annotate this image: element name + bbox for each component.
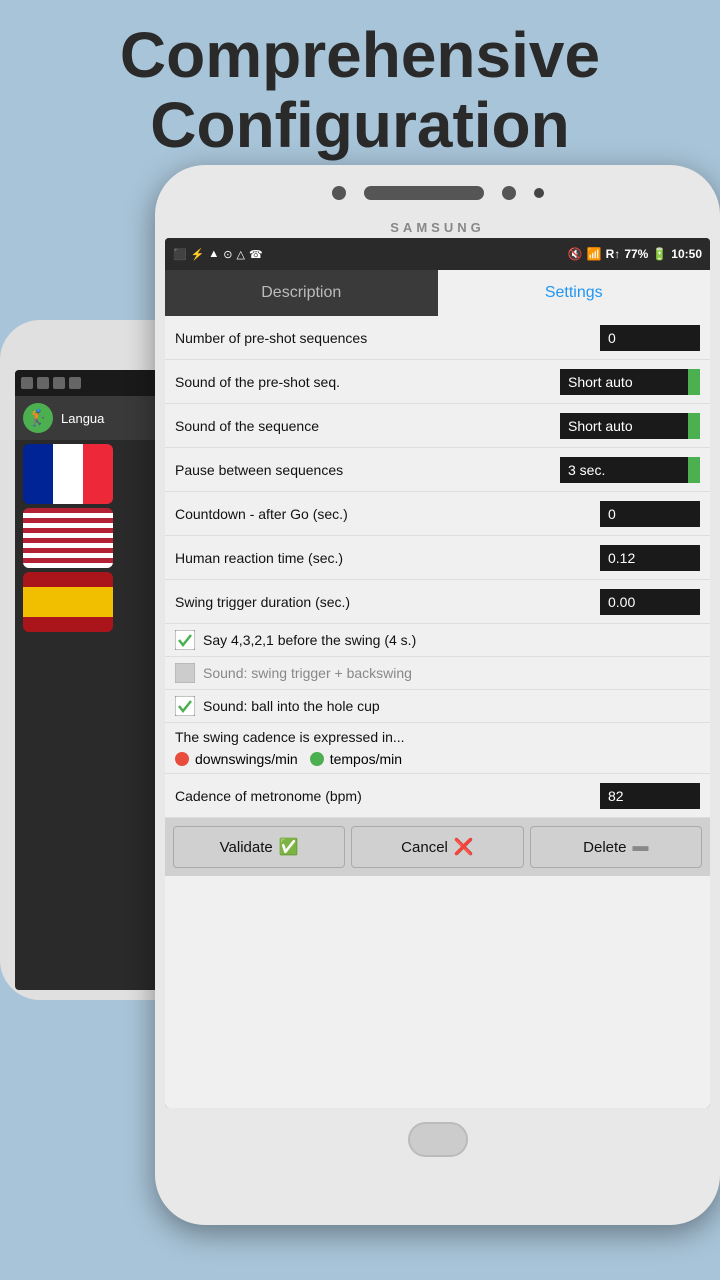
tab-settings[interactable]: Settings bbox=[438, 270, 711, 316]
green-indicator-1 bbox=[688, 369, 700, 395]
speaker bbox=[364, 186, 484, 200]
clock: 10:50 bbox=[671, 247, 702, 261]
checkbox-swing-sound[interactable] bbox=[175, 663, 195, 683]
label-pause-sequences: Pause between sequences bbox=[175, 462, 560, 478]
flag-french bbox=[23, 444, 113, 504]
cadence-options: downswings/min tempos/min bbox=[175, 751, 700, 767]
input-sequence-sound[interactable]: Short auto bbox=[560, 413, 688, 439]
input-preshot-sound-container: Short auto bbox=[560, 369, 700, 395]
tab-bar: Description Settings bbox=[165, 270, 710, 316]
input-preshot-sound[interactable]: Short auto bbox=[560, 369, 688, 395]
checkbox-say-countdown[interactable] bbox=[175, 630, 195, 650]
x-icon: ❌ bbox=[454, 837, 474, 857]
flag-us bbox=[23, 508, 113, 568]
label-say-countdown: Say 4,3,2,1 before the swing (4 s.) bbox=[203, 632, 416, 648]
radio-tempos bbox=[310, 752, 324, 766]
home-button[interactable] bbox=[408, 1122, 468, 1157]
radio-downswings bbox=[175, 752, 189, 766]
row-pause-sequences: Pause between sequences 3 sec. bbox=[165, 448, 710, 492]
validate-button[interactable]: Validate ✅ bbox=[173, 826, 345, 868]
green-indicator-2 bbox=[688, 413, 700, 439]
input-countdown[interactable] bbox=[600, 501, 700, 527]
green-indicator-3 bbox=[688, 457, 700, 483]
page-background-title: Comprehensive Configuration bbox=[0, 20, 720, 161]
input-pause-sequences[interactable]: 3 sec. bbox=[560, 457, 688, 483]
action-buttons: Validate ✅ Cancel ❌ Delete ▬ bbox=[165, 818, 710, 876]
row-countdown: Countdown - after Go (sec.) bbox=[165, 492, 710, 536]
input-metronome[interactable] bbox=[600, 783, 700, 809]
row-sequence-sound: Sound of the sequence Short auto bbox=[165, 404, 710, 448]
input-sequence-sound-container: Short auto bbox=[560, 413, 700, 439]
row-swing-sound: Sound: swing trigger + backswing bbox=[165, 657, 710, 690]
row-metronome: Cadence of metronome (bpm) bbox=[165, 774, 710, 818]
phone-device: SAMSUNG ⬛⚡▲⊙△☎ 🔇 📶 R↑ 77% 🔋 10:50 Descri… bbox=[155, 165, 720, 1225]
front-camera bbox=[332, 186, 346, 200]
status-right-info: 🔇 📶 R↑ 77% 🔋 10:50 bbox=[568, 247, 702, 261]
row-swing-trigger: Swing trigger duration (sec.) bbox=[165, 580, 710, 624]
row-ball-sound: Sound: ball into the hole cup bbox=[165, 690, 710, 723]
brand-label: SAMSUNG bbox=[155, 220, 720, 235]
label-ball-sound: Sound: ball into the hole cup bbox=[203, 698, 380, 714]
cadence-option-downswings[interactable]: downswings/min bbox=[175, 751, 298, 767]
tab-description[interactable]: Description bbox=[165, 270, 438, 316]
flag-spanish bbox=[23, 572, 113, 632]
label-preshot-sound: Sound of the pre-shot seq. bbox=[175, 374, 560, 390]
phone-screen: ⬛⚡▲⊙△☎ 🔇 📶 R↑ 77% 🔋 10:50 Description Se… bbox=[165, 238, 710, 1108]
label-swing-trigger: Swing trigger duration (sec.) bbox=[175, 594, 600, 610]
label-preshot-sequences: Number of pre-shot sequences bbox=[175, 330, 600, 346]
row-preshot-sound: Sound of the pre-shot seq. Short auto bbox=[165, 360, 710, 404]
checkbox-ball-sound[interactable] bbox=[175, 696, 195, 716]
cadence-title: The swing cadence is expressed in... bbox=[175, 729, 700, 745]
label-reaction-time: Human reaction time (sec.) bbox=[175, 550, 600, 566]
cadence-section: The swing cadence is expressed in... dow… bbox=[165, 723, 710, 774]
label-sequence-sound: Sound of the sequence bbox=[175, 418, 560, 434]
label-metronome: Cadence of metronome (bpm) bbox=[175, 788, 600, 804]
phone-bottom-area bbox=[155, 1108, 720, 1188]
row-reaction-time: Human reaction time (sec.) bbox=[165, 536, 710, 580]
row-preshot-sequences: Number of pre-shot sequences bbox=[165, 316, 710, 360]
camera-sensor bbox=[534, 188, 544, 198]
input-reaction-time[interactable] bbox=[600, 545, 700, 571]
battery-level: 77% bbox=[624, 247, 648, 261]
minus-icon: ▬ bbox=[633, 838, 649, 856]
input-swing-trigger[interactable] bbox=[600, 589, 700, 615]
cadence-option-tempos[interactable]: tempos/min bbox=[310, 751, 402, 767]
check-icon: ✅ bbox=[279, 837, 299, 857]
settings-content: Number of pre-shot sequences Sound of th… bbox=[165, 316, 710, 1108]
label-swing-sound: Sound: swing trigger + backswing bbox=[203, 665, 412, 681]
row-say-countdown: Say 4,3,2,1 before the swing (4 s.) bbox=[165, 624, 710, 657]
input-preshot-sequences[interactable] bbox=[600, 325, 700, 351]
input-pause-sequences-container: 3 sec. bbox=[560, 457, 700, 483]
bg-lang-label: Langua bbox=[61, 411, 104, 426]
status-left-icons: ⬛⚡▲⊙△☎ bbox=[173, 248, 263, 261]
cancel-button[interactable]: Cancel ❌ bbox=[351, 826, 523, 868]
label-downswings: downswings/min bbox=[195, 751, 298, 767]
delete-button[interactable]: Delete ▬ bbox=[530, 826, 702, 868]
sensor bbox=[502, 186, 516, 200]
label-tempos: tempos/min bbox=[330, 751, 402, 767]
status-bar: ⬛⚡▲⊙△☎ 🔇 📶 R↑ 77% 🔋 10:50 bbox=[165, 238, 710, 270]
label-countdown: Countdown - after Go (sec.) bbox=[175, 506, 600, 522]
